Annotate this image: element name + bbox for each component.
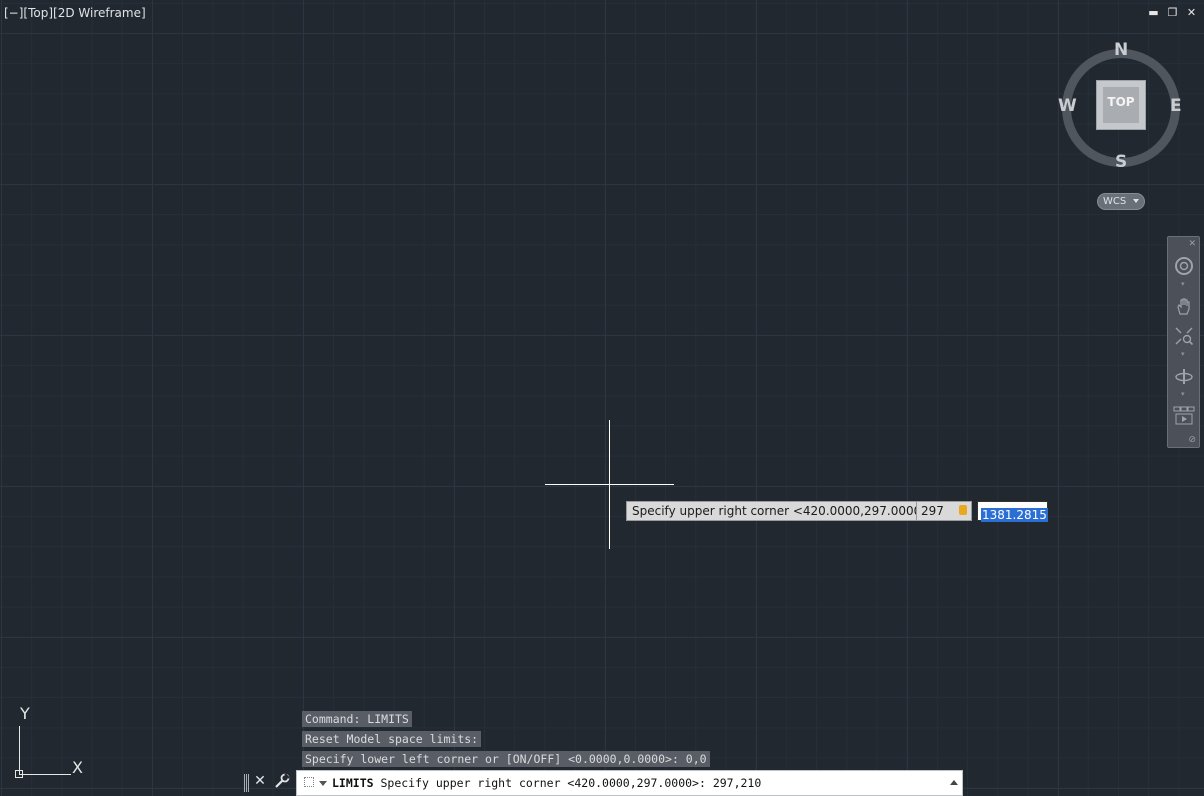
steering-wheel-icon[interactable] [1173, 255, 1195, 277]
ucs-x-axis [19, 774, 71, 775]
orbit-icon[interactable] [1173, 365, 1195, 387]
command-input[interactable]: LIMITS Specify upper right corner <420.0… [296, 770, 963, 796]
chevron-down-icon[interactable] [319, 781, 327, 786]
drag-handle[interactable] [244, 774, 250, 792]
showmotion-icon[interactable] [1173, 405, 1195, 427]
pin-icon[interactable]: ⊘ [1188, 435, 1196, 445]
close-icon[interactable]: ✕ [1185, 6, 1198, 19]
navigation-bar: ✕ ▾ ▾ ▾ ⊘ [1167, 236, 1200, 448]
command-history-line: Reset Model space limits: [302, 731, 482, 747]
chevron-down-icon [1133, 199, 1139, 203]
command-prompt-text: Specify upper right corner <420.0000,297… [380, 776, 762, 790]
chevron-down-icon[interactable]: ▾ [1181, 280, 1185, 288]
close-icon[interactable]: ✕ [1188, 239, 1196, 249]
lock-icon [959, 505, 967, 515]
restore-icon[interactable]: ❐ [1166, 6, 1179, 19]
viewport-controls-label[interactable]: [−][Top][2D Wireframe] [4, 6, 146, 20]
command-history-line: Command: LIMITS [302, 711, 412, 727]
command-name: LIMITS [332, 776, 374, 790]
ucs-y-label: Y [20, 704, 30, 723]
compass-east[interactable]: E [1170, 96, 1182, 116]
zoom-extents-icon[interactable] [1173, 325, 1195, 347]
chevron-down-icon[interactable]: ▾ [1181, 390, 1185, 398]
wcs-label: WCS [1103, 196, 1127, 207]
viewcube-face-label: TOP [1107, 95, 1135, 109]
close-icon[interactable]: ✕ [251, 773, 269, 789]
dynamic-input-x-value: 297 [921, 504, 944, 518]
window-controls: ▬ ❐ ✕ [1147, 6, 1198, 19]
command-history-line: Specify lower left corner or [ON/OFF] <0… [302, 751, 710, 767]
wrench-icon[interactable] [273, 773, 291, 793]
dynamic-input-y-value: 1381.2815 [981, 508, 1048, 522]
compass-north[interactable]: N [1114, 40, 1128, 60]
ucs-y-axis [19, 726, 20, 774]
dynamic-input-x-field[interactable]: 297 [916, 501, 972, 521]
wcs-menu[interactable]: WCS [1097, 193, 1145, 210]
pan-icon[interactable] [1173, 295, 1195, 317]
minimize-icon[interactable]: ▬ [1147, 6, 1160, 19]
compass-south[interactable]: S [1115, 152, 1127, 172]
ucs-origin [15, 770, 23, 778]
recent-commands-icon[interactable] [304, 777, 314, 787]
compass-west[interactable]: W [1058, 96, 1077, 116]
dynamic-input-prompt: Specify upper right corner <420.0000,297… [626, 501, 942, 521]
chevron-up-icon[interactable] [950, 780, 958, 785]
ucs-x-label: X [72, 758, 83, 777]
viewcube-top-face[interactable]: TOP [1096, 80, 1146, 130]
ucs-icon: Y X [14, 704, 94, 784]
dynamic-input-y-field[interactable]: 1381.2815 [977, 501, 1048, 522]
viewcube[interactable]: N S W E TOP [1058, 40, 1184, 172]
command-line: ✕ LIMITS Specify upper right corner <420… [241, 770, 963, 796]
chevron-down-icon[interactable]: ▾ [1181, 350, 1185, 358]
crosshair-vertical [609, 420, 610, 549]
